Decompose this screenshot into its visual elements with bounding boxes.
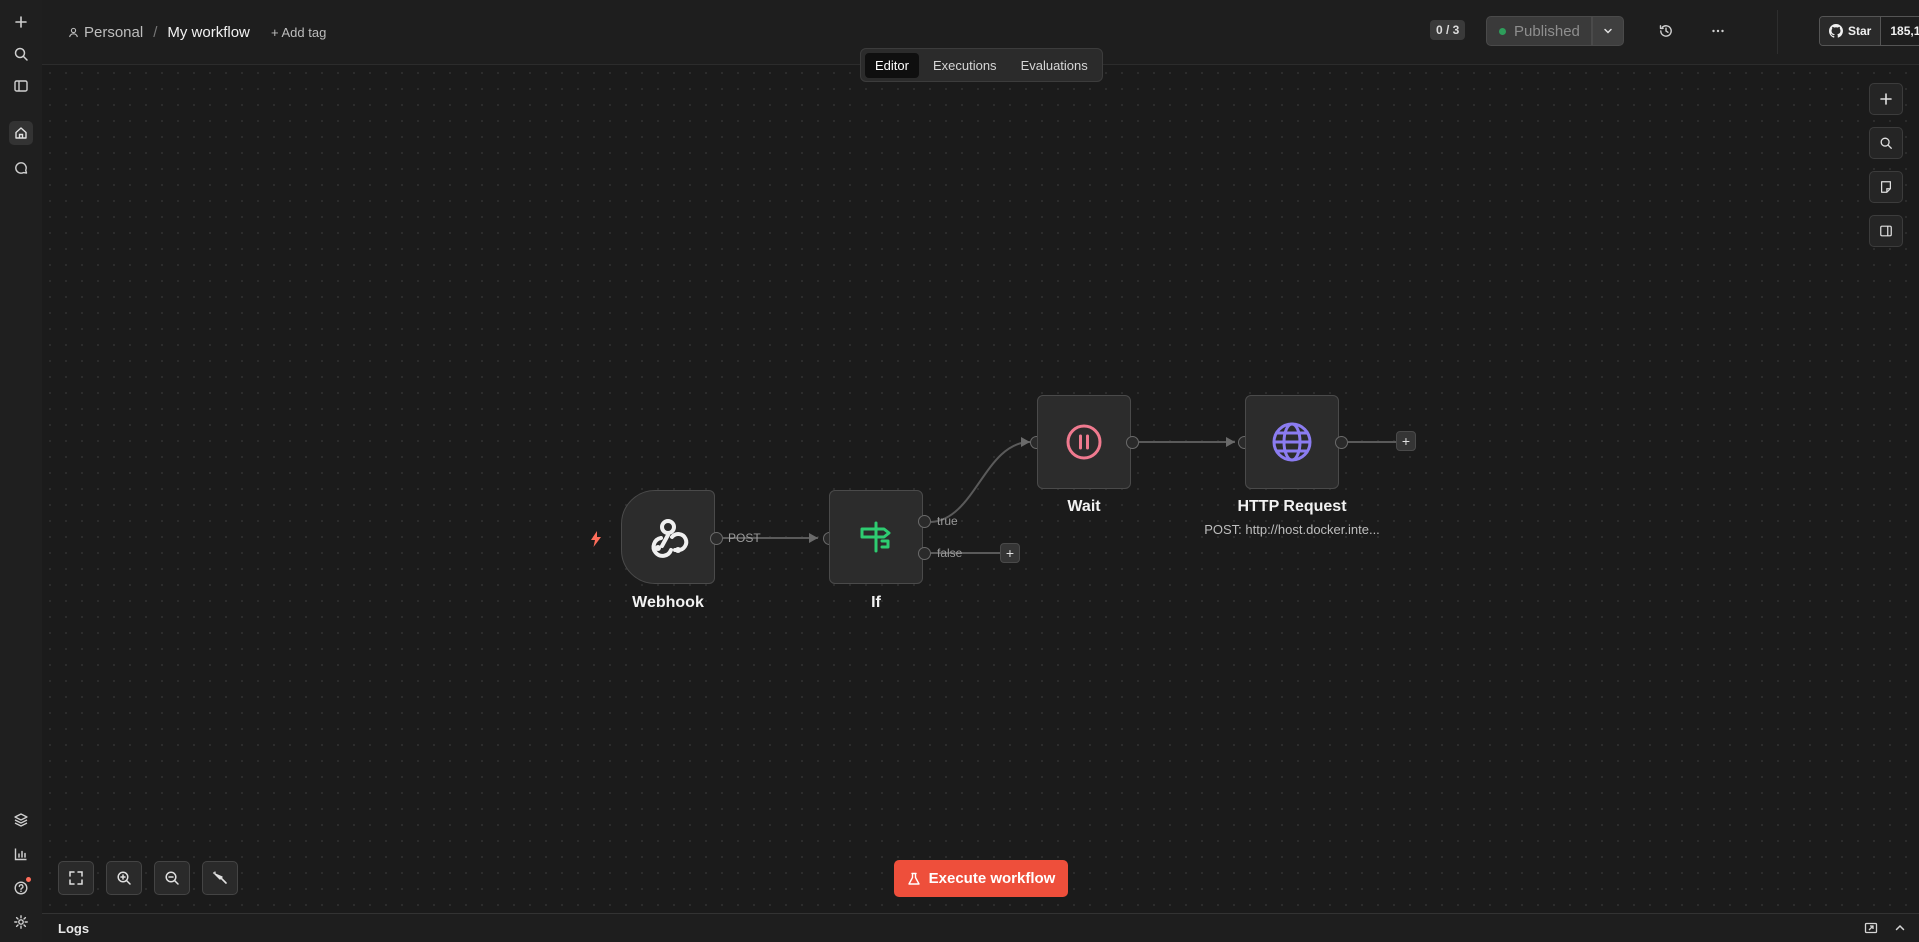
published-status-dot bbox=[1499, 27, 1506, 35]
project-link[interactable]: Personal bbox=[68, 24, 143, 41]
workflow-name[interactable]: My workflow bbox=[167, 24, 250, 41]
zoom-out-button[interactable] bbox=[154, 861, 190, 895]
home-icon[interactable] bbox=[9, 121, 33, 145]
panel-icon bbox=[1880, 225, 1892, 237]
zoom-in-button[interactable] bbox=[106, 861, 142, 895]
sidebar-toggle-icon[interactable] bbox=[9, 74, 33, 98]
add-node-end-button[interactable]: + bbox=[1396, 431, 1416, 451]
pause-icon bbox=[1066, 424, 1102, 460]
fit-view-button[interactable] bbox=[58, 861, 94, 895]
publish-dropdown-button[interactable] bbox=[1592, 16, 1624, 46]
tab-executions[interactable]: Executions bbox=[923, 53, 1007, 78]
http-output-handle[interactable] bbox=[1335, 436, 1348, 449]
pop-out-icon[interactable] bbox=[1864, 921, 1878, 935]
logs-label: Logs bbox=[58, 921, 90, 936]
if-false-label: false bbox=[937, 546, 963, 560]
node-if[interactable] bbox=[829, 490, 923, 584]
active-workflows-counter: 0 / 3 bbox=[1430, 20, 1466, 40]
search-nodes-button[interactable] bbox=[1869, 127, 1903, 159]
notification-dot bbox=[26, 877, 31, 882]
broom-icon bbox=[212, 871, 227, 884]
github-star-button[interactable]: Star 185,133 bbox=[1819, 16, 1919, 46]
signpost-icon bbox=[860, 521, 891, 553]
github-icon bbox=[1829, 24, 1843, 38]
chevron-up-icon[interactable] bbox=[1893, 921, 1907, 935]
node-if-label: If bbox=[871, 594, 881, 611]
breadcrumb-separator: / bbox=[153, 24, 158, 41]
chevron-down-icon bbox=[1604, 28, 1612, 34]
wait-output-handle[interactable] bbox=[1126, 436, 1139, 449]
node-http-request[interactable] bbox=[1245, 395, 1339, 489]
github-star: Star bbox=[1820, 17, 1882, 45]
plus-icon bbox=[1880, 93, 1892, 105]
more-options-icon[interactable] bbox=[1708, 21, 1728, 41]
fullscreen-icon bbox=[69, 871, 83, 885]
github-star-label: Star bbox=[1848, 24, 1872, 38]
tidy-up-button[interactable] bbox=[202, 861, 238, 895]
tab-editor[interactable]: Editor bbox=[865, 52, 919, 78]
webhook-icon bbox=[651, 519, 689, 558]
workflow-canvas[interactable] bbox=[42, 65, 1919, 914]
add-tag-button[interactable]: + Add tag bbox=[271, 25, 326, 40]
node-webhook[interactable] bbox=[621, 490, 715, 584]
sticky-note-button[interactable] bbox=[1869, 171, 1903, 203]
chat-icon[interactable] bbox=[9, 156, 33, 180]
node-wait[interactable] bbox=[1037, 395, 1131, 489]
node-wait-label: Wait bbox=[1067, 498, 1101, 515]
logs-panel-bar[interactable]: Logs bbox=[42, 913, 1919, 942]
toggle-panel-button[interactable] bbox=[1869, 215, 1903, 247]
execute-workflow-label: Execute workflow bbox=[928, 870, 1056, 887]
view-tabs: Editor Executions Evaluations bbox=[860, 48, 1103, 82]
header-divider bbox=[1777, 10, 1778, 54]
published-button[interactable]: Published bbox=[1486, 16, 1592, 46]
execute-workflow-button[interactable]: Execute workflow bbox=[894, 860, 1068, 897]
node-webhook-label: Webhook bbox=[632, 594, 704, 611]
zoom-out-icon bbox=[165, 871, 179, 885]
trigger-bolt-icon bbox=[591, 531, 601, 547]
node-http-subtitle: POST: http://host.docker.inte... bbox=[1204, 522, 1380, 537]
add-node-button[interactable] bbox=[1869, 83, 1903, 115]
webhook-output-handle[interactable] bbox=[710, 532, 723, 545]
search-icon[interactable] bbox=[9, 42, 33, 66]
webhook-output-label: POST bbox=[728, 531, 761, 545]
published-label: Published bbox=[1514, 22, 1580, 40]
node-http-label: HTTP Request bbox=[1237, 498, 1347, 515]
if-true-handle[interactable] bbox=[918, 515, 931, 528]
history-icon[interactable] bbox=[1656, 21, 1676, 41]
if-true-label: true bbox=[937, 514, 958, 528]
globe-icon bbox=[1272, 422, 1312, 462]
help-icon[interactable] bbox=[9, 876, 33, 900]
plus-icon[interactable] bbox=[9, 10, 33, 34]
zoom-in-icon bbox=[117, 871, 131, 885]
add-node-false-button[interactable]: + bbox=[1000, 543, 1020, 563]
breadcrumb: Personal / My workflow bbox=[68, 24, 250, 41]
if-false-handle[interactable] bbox=[918, 547, 931, 560]
flask-icon bbox=[907, 872, 920, 885]
search-icon bbox=[1880, 137, 1892, 149]
user-icon bbox=[69, 27, 78, 38]
project-name: Personal bbox=[84, 24, 144, 41]
tab-evaluations[interactable]: Evaluations bbox=[1011, 53, 1098, 78]
insights-icon[interactable] bbox=[9, 842, 33, 866]
templates-icon[interactable] bbox=[9, 808, 33, 832]
sticky-note-icon bbox=[1881, 181, 1891, 193]
left-sidebar bbox=[0, 0, 43, 942]
settings-icon[interactable] bbox=[9, 910, 33, 934]
github-star-count: 185,133 bbox=[1881, 17, 1919, 45]
